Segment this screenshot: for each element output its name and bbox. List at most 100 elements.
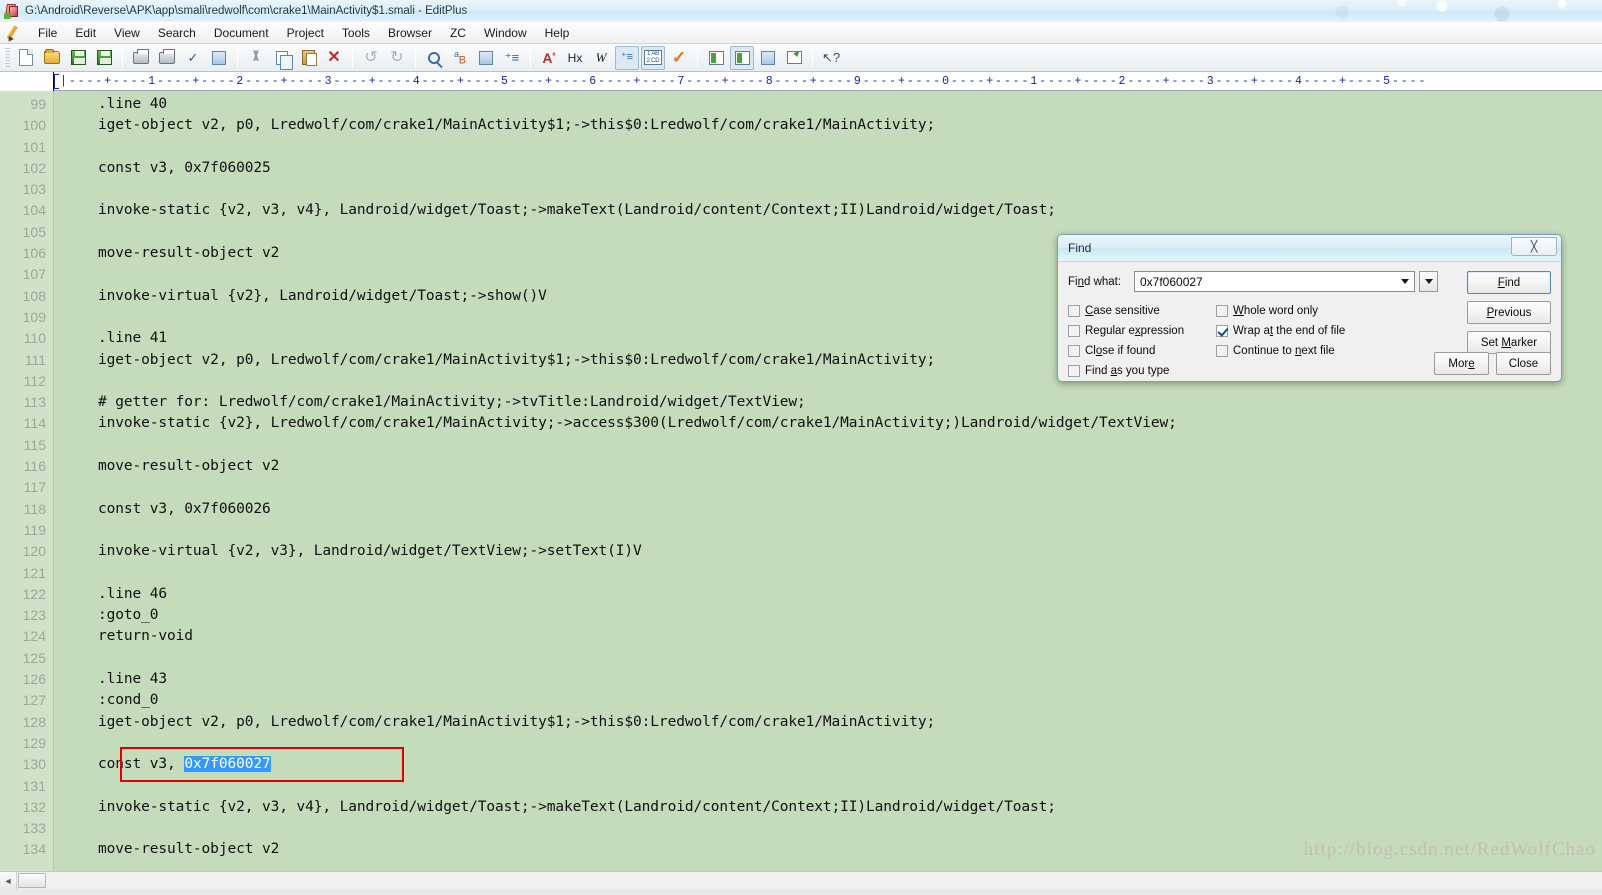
set-marker-button[interactable]: Set Marker: [1467, 331, 1551, 354]
code-line[interactable]: return-void: [54, 626, 1602, 647]
code-line[interactable]: const v3, 0x7f060026: [54, 499, 1602, 520]
code-line[interactable]: .line 40: [54, 94, 1602, 115]
delete-icon[interactable]: ✕: [322, 46, 346, 70]
menu-help[interactable]: Help: [536, 23, 579, 43]
checkbox-box[interactable]: [1068, 345, 1080, 357]
menu-browser[interactable]: Browser: [379, 23, 441, 43]
horizontal-scrollbar[interactable]: ◄: [0, 871, 1602, 889]
find-input[interactable]: 0x7f060027: [1134, 271, 1415, 292]
close-icon[interactable]: ╳: [1511, 236, 1557, 256]
print-preview-icon[interactable]: [129, 46, 153, 70]
menu-zc[interactable]: ZC: [441, 23, 475, 43]
code-line[interactable]: const v3, 0x7f060025: [54, 158, 1602, 179]
code-line[interactable]: .line 43: [54, 669, 1602, 690]
undo-icon[interactable]: ↺: [359, 46, 383, 70]
code-line[interactable]: invoke-static {v2, v3, v4}, Landroid/wid…: [54, 797, 1602, 818]
sort-icon[interactable]: 1 AB 2 CD: [641, 45, 665, 70]
print-icon[interactable]: [155, 46, 179, 70]
redo-icon[interactable]: ↻: [385, 46, 409, 70]
open-folder-icon[interactable]: [40, 46, 64, 70]
spell-check-icon[interactable]: ✓: [181, 46, 205, 70]
code-line[interactable]: const v3, 0x7f060027: [54, 754, 1602, 775]
code-line[interactable]: # getter for: Lredwolf/com/crake1/MainAc…: [54, 392, 1602, 413]
code-line[interactable]: :cond_0: [54, 690, 1602, 711]
menu-window[interactable]: Window: [475, 23, 536, 43]
menu-document[interactable]: Document: [205, 23, 278, 43]
checkbox-continue-to-next-file[interactable]: Continue to next file: [1216, 341, 1376, 361]
chevron-down-icon[interactable]: [1401, 279, 1409, 284]
code-line[interactable]: [54, 733, 1602, 754]
check-icon[interactable]: ✓: [667, 46, 691, 70]
save-icon[interactable]: [66, 46, 90, 70]
save-all-icon[interactable]: [92, 46, 116, 70]
code-content-area[interactable]: http://blog.csdn.net/RedWolfChao .line 4…: [54, 91, 1602, 871]
find-options-dropdown-button[interactable]: [1419, 271, 1438, 292]
checkbox-box[interactable]: [1216, 305, 1228, 317]
checkbox-close-if-found[interactable]: Close if found: [1068, 341, 1216, 361]
checkbox-whole-word-only[interactable]: Whole word only: [1216, 301, 1376, 321]
view-source-icon[interactable]: [207, 46, 231, 70]
replace-icon[interactable]: ᵃB: [448, 46, 472, 70]
hex-icon[interactable]: Hx: [563, 46, 587, 70]
code-line[interactable]: invoke-static {v2, v3, v4}, Landroid/wid…: [54, 200, 1602, 221]
menu-edit[interactable]: Edit: [66, 23, 105, 43]
context-help-icon[interactable]: ↖?: [819, 46, 843, 70]
checkbox-label: Case sensitive: [1085, 305, 1160, 317]
new-document-icon[interactable]: [14, 46, 38, 70]
selected-text[interactable]: 0x7f060027: [184, 756, 271, 773]
close-button[interactable]: Close: [1496, 352, 1551, 375]
menu-file[interactable]: File: [29, 23, 66, 43]
checkbox-box[interactable]: [1216, 325, 1228, 337]
browser-icon[interactable]: [782, 46, 806, 70]
code-line[interactable]: invoke-virtual {v2, v3}, Landroid/widget…: [54, 541, 1602, 562]
code-line[interactable]: [54, 477, 1602, 498]
code-line[interactable]: [54, 520, 1602, 541]
checkbox-box[interactable]: [1068, 305, 1080, 317]
previous-button[interactable]: Previous: [1467, 301, 1551, 324]
find-dialog[interactable]: Find ╳ Find what: 0x7f060027 Case sensit: [1057, 234, 1562, 382]
checkbox-box[interactable]: [1068, 365, 1080, 377]
code-line[interactable]: iget-object v2, p0, Lredwolf/com/crake1/…: [54, 712, 1602, 733]
word-wrap-icon[interactable]: W: [589, 46, 613, 70]
code-line[interactable]: [54, 818, 1602, 839]
code-line[interactable]: [54, 435, 1602, 456]
code-line[interactable]: [54, 776, 1602, 797]
code-line[interactable]: iget-object v2, p0, Lredwolf/com/crake1/…: [54, 115, 1602, 136]
code-line[interactable]: :goto_0: [54, 605, 1602, 626]
paste-icon[interactable]: [296, 46, 320, 70]
goto-icon[interactable]: [474, 46, 498, 70]
font-icon[interactable]: Aᵃ: [537, 46, 561, 70]
find-button[interactable]: Find: [1467, 271, 1551, 294]
menu-search[interactable]: Search: [149, 23, 205, 43]
copy-icon[interactable]: [270, 46, 294, 70]
code-line[interactable]: [54, 563, 1602, 584]
code-line[interactable]: move-result-object v2: [54, 456, 1602, 477]
checkbox-wrap-at-end-of-file[interactable]: Wrap at the end of file: [1216, 321, 1376, 341]
menu-tools[interactable]: Tools: [333, 23, 379, 43]
toolbar-grip[interactable]: [4, 47, 10, 68]
menu-view[interactable]: View: [105, 23, 149, 43]
more-button[interactable]: More: [1434, 352, 1489, 375]
scroll-left-icon[interactable]: ◄: [0, 872, 17, 889]
checkbox-case-sensitive[interactable]: Case sensitive: [1068, 301, 1216, 321]
clip-library-icon[interactable]: [704, 46, 728, 70]
code-line[interactable]: [54, 137, 1602, 158]
scroll-thumb[interactable]: [18, 873, 46, 888]
code-line[interactable]: invoke-static {v2}, Lredwolf/com/crake1/…: [54, 413, 1602, 434]
find-icon[interactable]: [422, 46, 446, 70]
checkbox-regular-expression[interactable]: Regular expression: [1068, 321, 1216, 341]
menu-project[interactable]: Project: [278, 23, 333, 43]
directory-window-icon[interactable]: [730, 45, 754, 70]
code-line[interactable]: [54, 179, 1602, 200]
preview-icon[interactable]: [756, 46, 780, 70]
code-line[interactable]: [54, 648, 1602, 669]
cut-icon[interactable]: [244, 46, 268, 70]
find-input-value: 0x7f060027: [1140, 274, 1203, 289]
checkbox-box[interactable]: [1068, 325, 1080, 337]
checkbox-box[interactable]: [1216, 345, 1228, 357]
insert-numbers-icon[interactable]: ⁺≡: [500, 46, 524, 70]
checkbox-find-as-you-type[interactable]: Find as you type: [1068, 361, 1216, 381]
indent-icon[interactable]: ⁺≡: [615, 45, 639, 70]
code-line[interactable]: .line 46: [54, 584, 1602, 605]
text-editor[interactable]: 99 100 101 102 103 104 105 106 107 108 109 110 111 11…: [0, 91, 1602, 871]
